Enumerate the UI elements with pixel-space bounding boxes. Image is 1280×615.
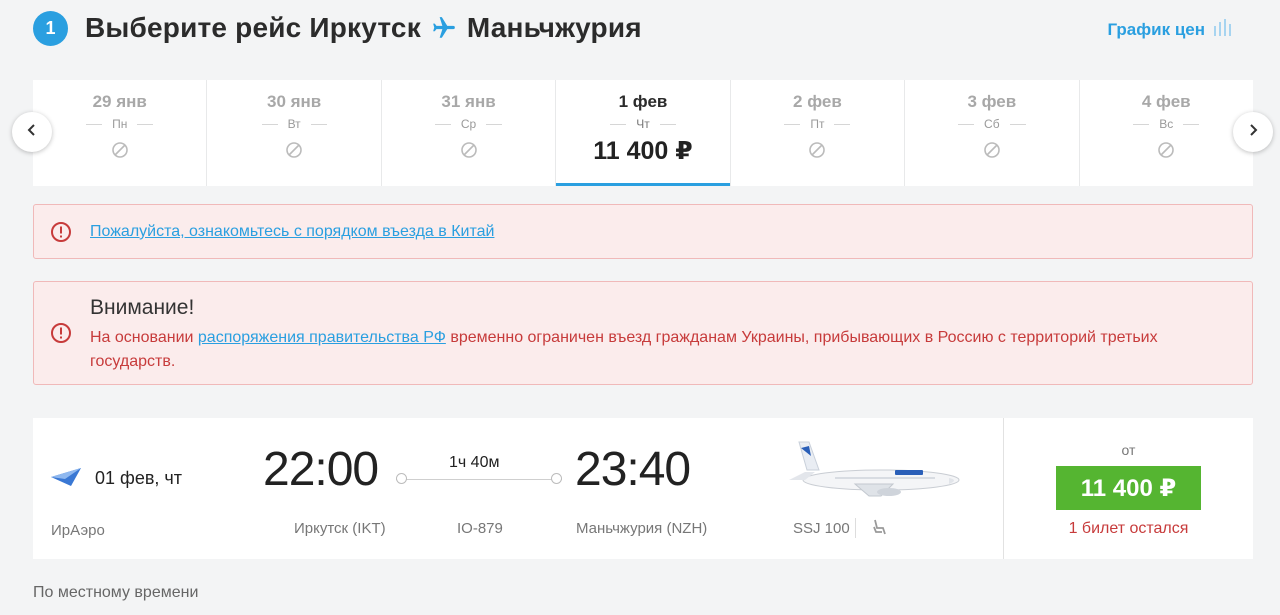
page-title: Выберите рейс Иркутск Маньчжурия <box>85 12 642 44</box>
flight-date: 01 фев, чт <box>95 468 183 488</box>
arrival-time: 23:40 <box>575 443 691 496</box>
title-destination: Маньчжурия <box>466 12 642 43</box>
flight-card[interactable]: 01 фев, чт ИрАэро 22:00 Иркутск (IKT) 1ч… <box>33 418 1253 559</box>
date-price: 11 400 ₽ <box>593 137 693 165</box>
aircraft-model: SSJ 100 <box>793 520 850 537</box>
price-panel: от 11 400 ₽ 1 билет остался <box>1004 418 1253 559</box>
arrival-airport: Маньчжурия (NZH) <box>576 520 708 537</box>
date-label: 30 янв <box>266 92 322 111</box>
header: 1 Выберите рейс Иркутск Маньчжурия Графи… <box>33 10 1253 46</box>
date-label: 3 фев <box>967 92 1017 111</box>
tickets-left: 1 билет остался <box>1068 520 1189 537</box>
weekday-label: Вт <box>262 117 327 131</box>
no-flights-icon <box>983 141 1001 164</box>
route-start-dot <box>396 473 407 484</box>
alert-icon <box>50 221 72 248</box>
date-label: 1 фев <box>618 92 668 111</box>
date-label: 31 янв <box>441 92 496 111</box>
government-order-link[interactable]: распоряжения правительства РФ <box>198 329 446 346</box>
weekday-label: Сб <box>958 117 1026 131</box>
route-line <box>396 479 562 481</box>
weekday-label: Пт <box>784 117 850 131</box>
seat-icon <box>871 518 887 541</box>
step-badge: 1 <box>33 10 68 46</box>
date-cell[interactable]: 4 фев Вс <box>1079 80 1253 186</box>
no-flights-icon <box>460 141 478 164</box>
date-cell[interactable]: 31 янв Ср <box>381 80 557 186</box>
date-label: 2 фев <box>793 92 842 111</box>
warning-text: На основании распоряжения правительства … <box>90 326 1220 374</box>
departure-time: 22:00 <box>263 443 379 496</box>
price-from-label: от <box>1121 442 1136 458</box>
weekday-label: Ср <box>435 117 502 131</box>
china-entry-link[interactable]: Пожалуйста, ознакомьтесь с порядком въез… <box>90 223 494 241</box>
price-chart-link[interactable]: График цен <box>1107 18 1235 41</box>
warning-alert: Внимание! На основании распоряжения прав… <box>33 281 1253 385</box>
date-label: 29 янв <box>92 92 147 111</box>
alert-icon <box>50 322 72 349</box>
no-flights-icon <box>808 141 826 164</box>
departure-airport: Иркутск (IKT) <box>294 520 386 537</box>
route-end-dot <box>551 473 562 484</box>
chevron-left-icon <box>26 123 38 142</box>
no-flights-icon <box>1157 141 1175 164</box>
date-cell[interactable]: 30 янв Вт <box>207 80 382 186</box>
date-cell[interactable]: 3 фев Сб <box>905 80 1080 186</box>
date-cell[interactable]: 2 фев Пт <box>730 80 906 186</box>
date-cell-selected[interactable]: 1 фев Чт 11 400 ₽ <box>556 80 731 186</box>
prev-dates-button[interactable] <box>12 112 52 152</box>
local-time-note: По местному времени <box>33 584 199 601</box>
divider <box>855 518 856 538</box>
date-strip: 29 янв Пн 30 янв Вт 31 янв Ср 1 фев Чт 1… <box>33 80 1253 186</box>
flight-number: IO-879 <box>457 520 503 537</box>
flight-details: 01 фев, чт ИрАэро 22:00 Иркутск (IKT) 1ч… <box>33 418 1004 559</box>
weekday-label: Вс <box>1133 117 1199 131</box>
airplane-icon <box>431 15 457 41</box>
aircraft-image <box>785 440 961 507</box>
bar-chart-icon <box>1213 18 1235 41</box>
weekday-label: Чт <box>610 117 676 131</box>
warning-title: Внимание! <box>90 296 195 319</box>
next-dates-button[interactable] <box>1233 112 1273 152</box>
price-chart-label: График цен <box>1107 19 1205 39</box>
chevron-right-icon <box>1247 123 1259 142</box>
warning-text-pre: На основании <box>90 329 198 346</box>
china-entry-alert: Пожалуйста, ознакомьтесь с порядком въез… <box>33 204 1253 259</box>
airline-logo-icon <box>51 466 81 493</box>
date-label: 4 фев <box>1141 92 1191 111</box>
airline-name: ИрАэро <box>51 522 105 539</box>
date-cell[interactable]: 29 янв Пн <box>33 80 208 186</box>
no-flights-icon <box>111 141 129 164</box>
no-flights-icon <box>285 141 303 164</box>
buy-price-button[interactable]: 11 400 ₽ <box>1056 466 1201 510</box>
weekday-label: Пн <box>86 117 153 131</box>
flight-duration: 1ч 40м <box>449 454 500 471</box>
title-origin: Выберите рейс Иркутск <box>85 12 421 43</box>
